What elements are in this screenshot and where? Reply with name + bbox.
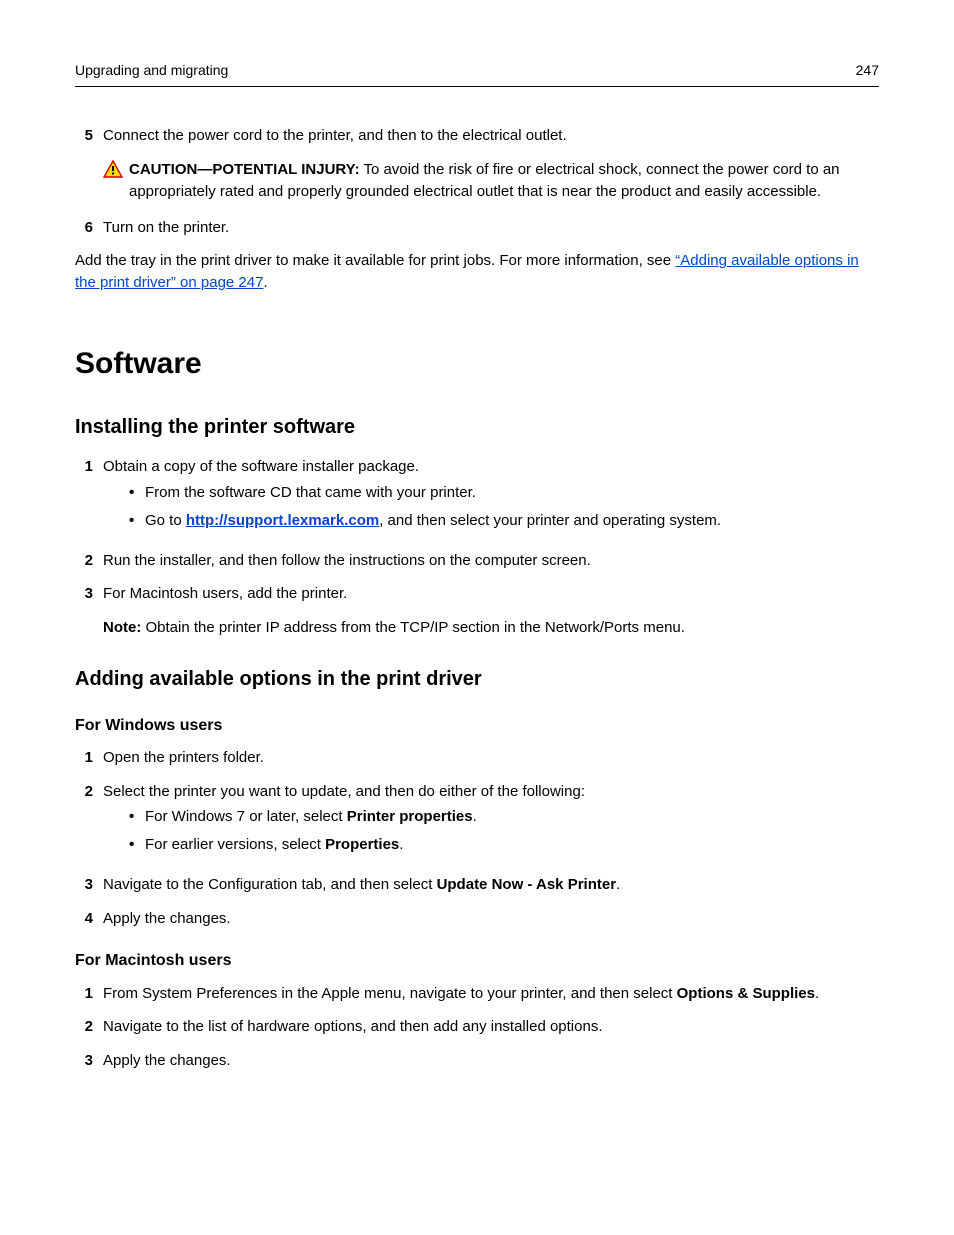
install-step-3: 3 For Macintosh users, add the printer. <box>75 583 879 605</box>
step-text: Connect the power cord to the printer, a… <box>103 125 879 147</box>
page-header: Upgrading and migrating 247 <box>75 60 879 87</box>
step-text: Apply the changes. <box>103 1050 879 1072</box>
step-text: Select the printer you want to update, a… <box>103 781 879 862</box>
step-text: Run the installer, and then follow the i… <box>103 550 879 572</box>
step-bold: Options & Supplies <box>677 985 815 1002</box>
bullet-link: Go to http://support.lexmark.com, and th… <box>129 510 879 532</box>
heading-windows: For Windows users <box>75 714 879 737</box>
heading-macintosh: For Macintosh users <box>75 949 879 972</box>
step-number: 2 <box>75 550 103 572</box>
caution-icon <box>103 159 129 203</box>
install-note: Note: Obtain the printer IP address from… <box>103 617 879 639</box>
win-step-3: 3 Navigate to the Configuration tab, and… <box>75 874 879 896</box>
step-post: . <box>616 876 620 893</box>
header-left: Upgrading and migrating <box>75 60 228 80</box>
step-pre: Navigate to the Configuration tab, and t… <box>103 876 437 893</box>
install-step-1: 1 Obtain a copy of the software installe… <box>75 456 879 537</box>
bullet-pre: Go to <box>145 512 186 529</box>
step-number: 2 <box>75 781 103 862</box>
para-pre: Add the tray in the print driver to make… <box>75 252 675 269</box>
step-text: Apply the changes. <box>103 908 879 930</box>
step-number: 1 <box>75 983 103 1005</box>
top-steps-cont: 6 Turn on the printer. <box>75 217 879 239</box>
bullet-text: For Windows 7 or later, select Printer p… <box>145 806 477 828</box>
bullet-pre: For Windows 7 or later, select <box>145 808 347 825</box>
step-5: 5 Connect the power cord to the printer,… <box>75 125 879 147</box>
windows-steps: 1 Open the printers folder. 2 Select the… <box>75 747 879 930</box>
step-number: 1 <box>75 456 103 537</box>
bullet-post: . <box>473 808 477 825</box>
step-text: Navigate to the Configuration tab, and t… <box>103 874 879 896</box>
step-text: Navigate to the list of hardware options… <box>103 1016 879 1038</box>
bullet-earlier: For earlier versions, select Properties. <box>129 834 879 856</box>
bullet-cd: From the software CD that came with your… <box>129 482 879 504</box>
win-bullets: For Windows 7 or later, select Printer p… <box>129 806 879 856</box>
step-number: 2 <box>75 1016 103 1038</box>
step-line: Select the printer you want to update, a… <box>103 783 585 800</box>
mac-step-3: 3 Apply the changes. <box>75 1050 879 1072</box>
step-number: 1 <box>75 747 103 769</box>
step-number: 3 <box>75 583 103 605</box>
bullet-pre: For earlier versions, select <box>145 836 325 853</box>
bullet-text: From the software CD that came with your… <box>145 482 476 504</box>
win-step-1: 1 Open the printers folder. <box>75 747 879 769</box>
win-step-2: 2 Select the printer you want to update,… <box>75 781 879 862</box>
heading-installing: Installing the printer software <box>75 413 879 442</box>
note-label: Note: <box>103 619 141 636</box>
step-6: 6 Turn on the printer. <box>75 217 879 239</box>
bullet-bold: Printer properties <box>347 808 473 825</box>
install-steps: 1 Obtain a copy of the software installe… <box>75 456 879 605</box>
step-number: 4 <box>75 908 103 930</box>
install-step-2: 2 Run the installer, and then follow the… <box>75 550 879 572</box>
caution-block: CAUTION—POTENTIAL INJURY: To avoid the r… <box>103 159 879 203</box>
step-text: For Macintosh users, add the printer. <box>103 583 879 605</box>
note-text: Obtain the printer IP address from the T… <box>141 619 685 636</box>
step-line: Obtain a copy of the software installer … <box>103 458 419 475</box>
step-text: Open the printers folder. <box>103 747 879 769</box>
bullet-post: . <box>399 836 403 853</box>
win-step-4: 4 Apply the changes. <box>75 908 879 930</box>
caution-text: CAUTION—POTENTIAL INJURY: To avoid the r… <box>129 159 879 203</box>
mac-step-2: 2 Navigate to the list of hardware optio… <box>75 1016 879 1038</box>
section-software: Software <box>75 342 879 386</box>
top-steps: 5 Connect the power cord to the printer,… <box>75 125 879 147</box>
step-text: Obtain a copy of the software installer … <box>103 456 879 537</box>
step-number: 5 <box>75 125 103 147</box>
step-number: 3 <box>75 874 103 896</box>
bullet-text: For earlier versions, select Properties. <box>145 834 403 856</box>
step-number: 3 <box>75 1050 103 1072</box>
bullet-win7: For Windows 7 or later, select Printer p… <box>129 806 879 828</box>
add-tray-paragraph: Add the tray in the print driver to make… <box>75 250 879 294</box>
step-number: 6 <box>75 217 103 239</box>
heading-adding-options: Adding available options in the print dr… <box>75 665 879 694</box>
step-text: Turn on the printer. <box>103 217 879 239</box>
bullet-bold: Properties <box>325 836 399 853</box>
bullet-text: Go to http://support.lexmark.com, and th… <box>145 510 721 532</box>
step-pre: From System Preferences in the Apple men… <box>103 985 677 1002</box>
step-text: From System Preferences in the Apple men… <box>103 983 879 1005</box>
para-post: . <box>263 274 267 291</box>
bullet-post: , and then select your printer and opera… <box>379 512 721 529</box>
link-support-lexmark[interactable]: http://support.lexmark.com <box>186 512 379 529</box>
mac-steps: 1 From System Preferences in the Apple m… <box>75 983 879 1072</box>
mac-step-1: 1 From System Preferences in the Apple m… <box>75 983 879 1005</box>
caution-label: CAUTION—POTENTIAL INJURY: <box>129 161 360 178</box>
install-bullets: From the software CD that came with your… <box>129 482 879 532</box>
step-post: . <box>815 985 819 1002</box>
page-number: 247 <box>856 60 879 80</box>
step-bold: Update Now ‑ Ask Printer <box>437 876 616 893</box>
